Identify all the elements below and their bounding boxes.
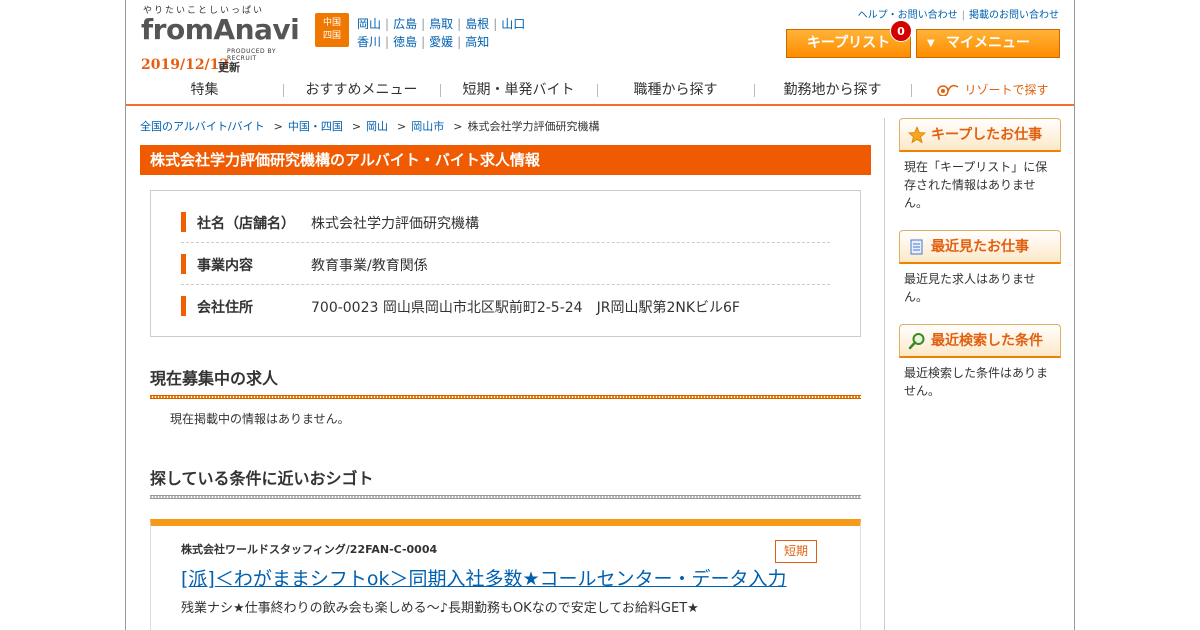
company-info-row: 事業内容 教育事業/教育関係 (181, 243, 830, 285)
triangle-down-icon: ▼ (927, 38, 935, 49)
breadcrumb: 全国のアルバイト/バイト > 中国・四国 > 岡山 > 岡山市 > 株式会社学力評価研究機構 (140, 120, 600, 133)
page: やりたいことしいっぱい fromAnavi PRODUCED BY RECRUI… (125, 0, 1075, 630)
region-link-okayama[interactable]: 岡山 (357, 17, 381, 31)
keep-count-badge: 0 (890, 20, 912, 42)
region-link-kochi[interactable]: 高知 (465, 35, 489, 49)
recent-jobs-body: 最近見た求人はありません。 (904, 272, 1036, 304)
business-label: 事業内容 (197, 258, 253, 274)
document-icon (910, 239, 923, 255)
update-date: 2019/12/12 (141, 57, 230, 73)
update-label: 更新 (218, 61, 240, 74)
company-info-row: 会社住所 700-0023 岡山県岡山市北区駅前町2-5-24 JR岡山駅第2N… (181, 285, 830, 327)
region-link-yamaguchi[interactable]: 山口 (501, 17, 525, 31)
main-content: 全国のアルバイト/バイト > 中国・四国 > 岡山 > 岡山市 > 株式会社学力評価研究機構 株… (140, 108, 871, 630)
nav-item-job-type[interactable]: 職種から探す (597, 76, 754, 104)
recent-jobs-header[interactable]: 最近見たお仕事 (899, 230, 1061, 264)
top-links: ヘルプ・お問い合わせ | 掲載のお問い合わせ (857, 10, 1059, 21)
logo-text: fromAnavi (141, 13, 300, 46)
job-title-link[interactable]: [派]＜わがままシフトok＞同期入社多数★コールセンター・データ入力 (181, 564, 787, 591)
region-links: 岡山 | 広島 | 鳥取 | 島根 | 山口 香川 | 徳島 | 愛媛 | 高知 (357, 17, 526, 49)
company-name-label: 社名（店舗名） (197, 216, 295, 232)
recent-jobs-box: 最近見たお仕事 最近見た求人はありません。 (899, 230, 1061, 306)
similar-section-title: 探している条件に近いおシゴト (150, 469, 374, 488)
nav-item-short-term[interactable]: 短期・単発バイト (440, 76, 597, 104)
business-value: 教育事業/教育関係 (311, 258, 428, 274)
region-link-kagawa[interactable]: 香川 (357, 35, 381, 49)
breadcrumb-current: 株式会社学力評価研究機構 (467, 120, 600, 133)
my-menu-button[interactable]: ▼ マイメニュー (916, 29, 1060, 58)
nav-item-feature[interactable]: 特集 (126, 76, 283, 104)
label-accent-bar (181, 212, 186, 232)
recruiting-empty-text: 現在掲載中の情報はありません。 (170, 412, 350, 426)
nav-item-resort[interactable]: リゾートで探す (911, 76, 1074, 104)
label-accent-bar (181, 296, 186, 316)
nav-item-recommended[interactable]: おすすめメニュー (283, 76, 440, 104)
region-link-tokushima[interactable]: 徳島 (393, 35, 417, 49)
breadcrumb-link-chugoku-shikoku[interactable]: 中国・四国 (288, 120, 343, 133)
job-description: 残業ナシ★仕事終わりの飲み会も楽しめる～♪長期勤務もOKなので安定してお給料GE… (181, 601, 699, 616)
nav-item-location[interactable]: 勤務地から探す (754, 76, 911, 104)
logo[interactable]: やりたいことしいっぱい fromAnavi PRODUCED BY RECRUI… (141, 3, 306, 62)
help-link[interactable]: ヘルプ・お問い合わせ (858, 10, 958, 21)
recent-search-body: 最近検索した条件はありません。 (904, 366, 1049, 398)
job-card: 株式会社ワールドスタッフィング/22FAN-C-0004 短期 [派]＜わがまま… (150, 519, 861, 630)
listing-inquiry-link[interactable]: 掲載のお問い合わせ (969, 10, 1059, 21)
company-info-box: 社名（店舗名） 株式会社学力評価研究機構 事業内容 教育事業/教育関係 会社住所… (150, 190, 861, 337)
breadcrumb-link-okayama-city[interactable]: 岡山市 (411, 120, 444, 133)
company-name-value: 株式会社学力評価研究機構 (311, 216, 479, 232)
address-label: 会社住所 (197, 300, 253, 316)
region-link-shimane[interactable]: 島根 (465, 17, 489, 31)
sidebar: キープしたお仕事 現在「キープリスト」に保存された情報はありません。 最近見たお… (899, 118, 1061, 418)
region-link-hiroshima[interactable]: 広島 (393, 17, 417, 31)
recent-search-box: 最近検索した条件 最近検索した条件はありません。 (899, 324, 1061, 400)
address-value: 700-0023 岡山県岡山市北区駅前町2-5-24 JR岡山駅第2NKビル6F (311, 300, 740, 316)
breadcrumb-link-okayama[interactable]: 岡山 (366, 120, 388, 133)
resort-swirl-icon (937, 84, 959, 96)
search-icon (908, 333, 925, 350)
page-title: 株式会社学力評価研究機構のアルバイト・バイト求人情報 (140, 145, 871, 175)
recent-search-header[interactable]: 最近検索した条件 (899, 324, 1061, 358)
company-info-row: 社名（店舗名） 株式会社学力評価研究機構 (181, 201, 830, 243)
header: やりたいことしいっぱい fromAnavi PRODUCED BY RECRUI… (126, 0, 1074, 76)
region-link-ehime[interactable]: 愛媛 (429, 35, 453, 49)
column-divider (884, 118, 885, 630)
label-accent-bar (181, 254, 186, 274)
region-badge: 中国 四国 (315, 13, 349, 47)
section-divider (150, 395, 861, 399)
kept-jobs-body: 現在「キープリスト」に保存された情報はありません。 (904, 160, 1048, 210)
global-nav: 特集 おすすめメニュー 短期・単発バイト 職種から探す 勤務地から探す リゾート… (126, 76, 1074, 106)
kept-jobs-box: キープしたお仕事 現在「キープリスト」に保存された情報はありません。 (899, 118, 1061, 212)
star-icon (908, 126, 926, 144)
region-link-tottori[interactable]: 鳥取 (429, 17, 453, 31)
section-divider (150, 495, 861, 499)
recruiting-section-title: 現在募集中の求人 (150, 369, 279, 388)
job-company: 株式会社ワールドスタッフィング/22FAN-C-0004 (181, 543, 438, 556)
kept-jobs-header[interactable]: キープしたお仕事 (899, 118, 1061, 152)
breadcrumb-link-national[interactable]: 全国のアルバイト/バイト (140, 120, 265, 133)
job-tag-short-term: 短期 (775, 540, 817, 563)
